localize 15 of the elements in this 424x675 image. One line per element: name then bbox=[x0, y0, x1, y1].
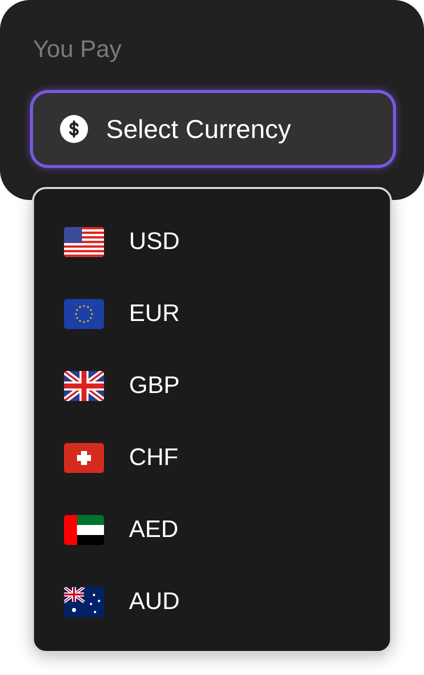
flag-icon bbox=[64, 515, 104, 545]
dollar-icon bbox=[60, 115, 88, 143]
currency-option[interactable]: EUR bbox=[129, 300, 180, 328]
flag-icon bbox=[64, 443, 104, 473]
currency-select[interactable]: Select Currency bbox=[30, 90, 396, 168]
flag-icon bbox=[64, 371, 104, 401]
flag-icon bbox=[64, 299, 104, 329]
currency-option[interactable]: AUD bbox=[129, 588, 180, 616]
currency-option[interactable]: GBP bbox=[129, 372, 180, 400]
field-label: You Pay bbox=[32, 35, 123, 65]
currency-option[interactable]: USD bbox=[129, 228, 180, 256]
currency-option[interactable]: AED bbox=[129, 516, 178, 544]
flag-icon bbox=[64, 227, 104, 257]
currency-option[interactable]: CHF bbox=[129, 444, 178, 472]
flag-icon bbox=[64, 587, 104, 617]
